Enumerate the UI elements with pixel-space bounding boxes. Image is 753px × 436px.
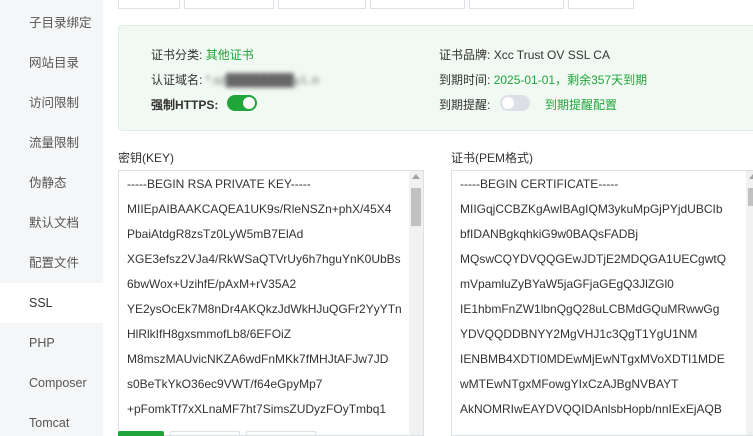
certificate-textarea[interactable]: -----BEGIN CERTIFICATE----- MIIGqjCCBZKgA…: [451, 170, 753, 436]
private-key-line: s0BeTkYkO36ec9VWT/f64eGpyMp7: [127, 377, 323, 391]
tab-6[interactable]: [568, 0, 634, 9]
sidebar-item-subdir-binding[interactable]: 子目录绑定: [0, 3, 103, 43]
certificate-line: IE1hbmFnZW1lbnQgQ28uLCBMdGQuMRwwGg: [460, 302, 720, 316]
certificate-line: YDVQQDDBNYY2MgVHJ1c3QgT1YgU1NM: [460, 327, 698, 341]
secondary-button[interactable]: [170, 431, 240, 436]
cert-brand-row: 证书品牌: Xcc Trust OV SSL CA: [439, 46, 610, 63]
private-key-line: YE2ysOcEk7M8nDr4AKQkzJdWkHJuQGFr2YyYTn: [127, 302, 402, 316]
scroll-up-arrow-icon[interactable]: [412, 174, 420, 179]
tab-1[interactable]: [118, 0, 180, 9]
sidebar-item-tomcat[interactable]: Tomcat: [0, 403, 103, 436]
certificate-label: 证书(PEM格式): [451, 151, 533, 165]
action-buttons: [118, 431, 322, 436]
certificate-line: -----BEGIN CERTIFICATE-----: [460, 177, 619, 191]
sidebar-item-ssl[interactable]: SSL: [0, 283, 103, 323]
certificate-line: bfIDANBgkqhkiG9w0BAQsFADBj: [460, 227, 639, 241]
sidebar-item-config-file[interactable]: 配置文件: [0, 243, 103, 283]
private-key-line: MIIEpAIBAAKCAQEA1UK9s/RleNSZn+phX/45X4: [127, 202, 392, 216]
private-key-textarea[interactable]: -----BEGIN RSA PRIVATE KEY----- MIIEpAIBA…: [118, 170, 424, 436]
sidebar-item-php[interactable]: PHP: [0, 323, 103, 363]
private-key-scrollbar[interactable]: [409, 171, 423, 435]
cert-category-label: 证书分类:: [151, 48, 203, 62]
private-key-line: XGE3efsz2VJa4/RkWSaQTVrUy6h7hguYnK0UbBs: [127, 252, 401, 266]
cert-expire-row: 到期时间: 2025-01-01，剩余357天到期: [439, 71, 647, 88]
main-panel: 证书分类: 其他证书 认证域名: *.sz████████y.t..n 强制HT…: [103, 0, 753, 436]
private-key-line: M8mszMAUvicNKZA6wdFnMKk7fMHJtAFJw7JD: [127, 352, 389, 366]
cert-domain-value: *.sz████████y.t..n: [205, 73, 319, 87]
force-https-label: 强制HTTPS:: [151, 98, 219, 112]
tab-2-active[interactable]: [184, 0, 274, 9]
expire-remind-toggle[interactable]: [500, 95, 530, 111]
cert-category-row: 证书分类: 其他证书: [151, 46, 254, 63]
certificate-line: MIIGqjCCBZKgAwIBAgIQM3ykuMpGjPYjdUBCIb: [460, 202, 723, 216]
cert-brand-value: Xcc Trust OV SSL CA: [493, 48, 610, 62]
cert-expire-value: 2025-01-01，剩余357天到期: [493, 73, 648, 87]
cert-info-panel: 证书分类: 其他证书 认证域名: *.sz████████y.t..n 强制HT…: [118, 25, 753, 131]
certificate-line: IENBMB4XDTI0MDEwMjEwNTgxMVoXDTI1MDE: [460, 352, 725, 366]
cert-domain-row: 认证域名: *.sz████████y.t..n: [151, 71, 319, 88]
certificate-line: mVpamluZyBYaW5jaGFjaGEgQ3JlZGl0: [460, 277, 674, 291]
force-https-row: 强制HTTPS:: [151, 96, 218, 113]
expire-remind-row: 到期提醒:: [439, 96, 490, 113]
tertiary-button[interactable]: [246, 431, 316, 436]
certificate-lines: -----BEGIN CERTIFICATE----- MIIGqjCCBZKgA…: [460, 177, 742, 427]
private-key-scroll-thumb[interactable]: [411, 188, 421, 226]
sidebar-item-composer[interactable]: Composer: [0, 363, 103, 403]
private-key-line: +pFomkTf7xXLnaMF7ht7SimsZUDyzFOyTmbq1: [127, 402, 387, 416]
sidebar-item-rewrite[interactable]: 伪静态: [0, 163, 103, 203]
sidebar-item-traffic-limit[interactable]: 流量限制: [0, 123, 103, 163]
cert-domain-label: 认证域名:: [151, 73, 203, 87]
ssl-settings-window: 子目录绑定 网站目录 访问限制 流量限制 伪静态 默认文档 配置文件 SSL P…: [0, 0, 753, 436]
cert-category-value: 其他证书: [205, 48, 254, 62]
cert-brand-label: 证书品牌:: [439, 48, 491, 62]
tab-5[interactable]: [469, 0, 564, 9]
sidebar: 子目录绑定 网站目录 访问限制 流量限制 伪静态 默认文档 配置文件 SSL P…: [0, 0, 103, 436]
private-key-label: 密钥(KEY): [118, 151, 175, 165]
certificate-scroll-thumb[interactable]: [748, 188, 753, 206]
sidebar-item-default-doc[interactable]: 默认文档: [0, 203, 103, 243]
tab-3[interactable]: [278, 0, 366, 9]
expire-remind-config-link[interactable]: 到期提醒配置: [545, 96, 617, 113]
sidebar-item-access-limit[interactable]: 访问限制: [0, 83, 103, 123]
cert-expire-label: 到期时间:: [439, 73, 491, 87]
private-key-line: 6bwWox+UzihfE/pAxM+rV35A2: [127, 277, 297, 291]
expire-remind-label: 到期提醒:: [439, 98, 491, 112]
private-key-line: PbaiAtdgR8zsTz0LyW5mB7ElAd: [127, 227, 304, 241]
certificate-line: MQswCQYDVQQGEwJDTjE2MDQGA1UECgwtQ: [460, 252, 727, 266]
private-key-lines: -----BEGIN RSA PRIVATE KEY----- MIIEpAIBA…: [127, 177, 405, 427]
certificate-line: AkNOMRIwEAYDVQQIDAnlsbHopb/nnIExEjAQB: [460, 402, 722, 416]
save-button[interactable]: [118, 431, 164, 436]
sidebar-item-site-dir[interactable]: 网站目录: [0, 43, 103, 83]
ssl-tab-strip: [118, 0, 638, 10]
private-key-line: -----BEGIN RSA PRIVATE KEY-----: [127, 177, 311, 191]
private-key-line: HlRlkIfH8gxsmmofLb8/6EFOiZ: [127, 327, 292, 341]
tab-4[interactable]: [370, 0, 465, 9]
certificate-line: wMTEwNTgxMFowgYIxCzAJBgNVBAYT: [460, 377, 679, 391]
force-https-toggle[interactable]: [227, 95, 257, 111]
certificate-scrollbar[interactable]: [746, 171, 753, 435]
scroll-up-arrow-icon[interactable]: [749, 174, 753, 179]
